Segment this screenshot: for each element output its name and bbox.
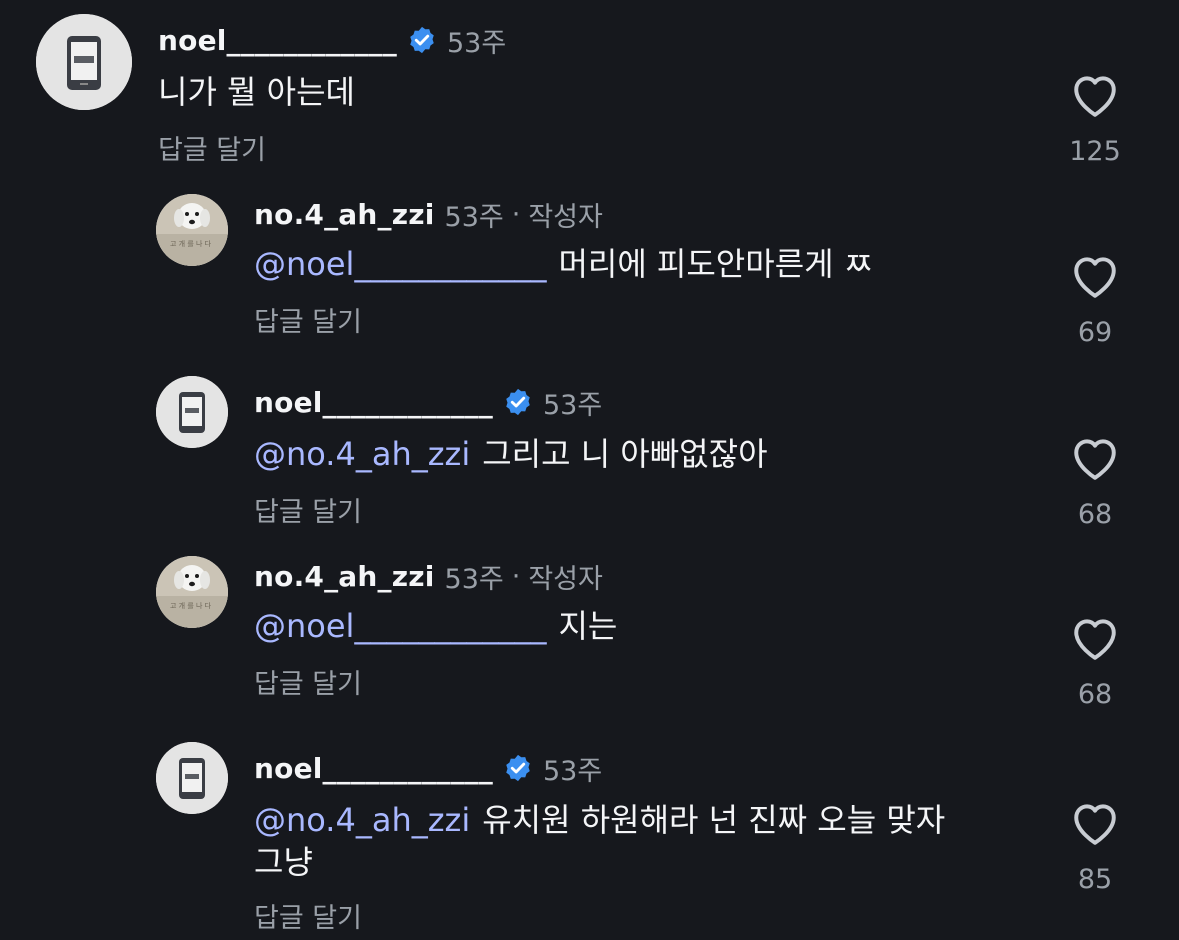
comment-item: 고 개 를 나 다 no.4_ah_zzi 53주 · 작성자 @noel___… [0, 542, 1179, 722]
username[interactable]: no.4_ah_zzi [254, 560, 435, 593]
reply-button[interactable]: 답글 달기 [254, 490, 362, 529]
comment-body: 유치원 하원해라 넌 진짜 오늘 맞자 [482, 801, 946, 839]
avatar[interactable] [36, 14, 132, 110]
username[interactable]: noel____________ [254, 386, 493, 419]
username[interactable]: noel____________ [158, 24, 397, 57]
svg-text:고 개 를 나 다: 고 개 를 나 다 [170, 239, 212, 248]
dog-avatar: 고 개 를 나 다 [156, 194, 228, 266]
like-button[interactable]: 69 [1060, 253, 1130, 348]
comment-header: noel____________ 53주 [158, 20, 506, 60]
heart-outline-icon[interactable] [1070, 435, 1120, 481]
username[interactable]: noel____________ [254, 752, 493, 785]
like-button[interactable]: 68 [1060, 435, 1130, 530]
phone-screen-avatar [36, 14, 132, 110]
comment-item: noel____________ 53주 니가 뭘 아는데 답글 달기 125 [0, 0, 1179, 180]
like-count: 125 [1069, 136, 1121, 167]
comment-header: no.4_ah_zzi 53주 · 작성자 [254, 556, 603, 596]
mention-link[interactable]: @no.4_ah_zzi [254, 801, 470, 839]
comment-body: 머리에 피도안마른게 ㅉ [558, 245, 874, 283]
heart-outline-icon[interactable] [1070, 253, 1120, 299]
comment-body: 니가 뭘 아는데 [158, 73, 355, 111]
like-button[interactable]: 125 [1060, 72, 1130, 167]
comment-item: noel____________ 53주 @no.4_ah_zzi 유치원 하원해… [0, 722, 1179, 940]
reply-button[interactable]: 답글 달기 [158, 128, 266, 167]
reply-button[interactable]: 답글 달기 [254, 300, 362, 339]
comment-text: 니가 뭘 아는데 [158, 72, 355, 112]
heart-outline-icon[interactable] [1070, 72, 1120, 118]
comment-time: 53주 [444, 563, 504, 595]
like-button[interactable]: 68 [1060, 615, 1130, 710]
comment-text: @no.4_ah_zzi 그리고 니 아빠없잖아 [254, 434, 768, 474]
comment-time: 53주 [446, 27, 507, 59]
heart-outline-icon[interactable] [1070, 615, 1120, 661]
author-badge: 작성자 [528, 201, 603, 233]
like-count: 68 [1077, 499, 1113, 530]
mention-link[interactable]: @noel____________ [254, 245, 546, 283]
comment-header: noel____________ 53주 [254, 748, 602, 788]
comment-text: @noel____________ 지는 [254, 606, 617, 646]
dog-avatar: 고 개 를 나 다 [156, 556, 228, 628]
comment-time: 53주 [542, 389, 603, 421]
avatar[interactable]: 고 개 를 나 다 [156, 556, 228, 628]
avatar[interactable]: 고 개 를 나 다 [156, 194, 228, 266]
like-count: 68 [1077, 679, 1113, 710]
verified-badge-icon [503, 387, 533, 417]
comment-text: @noel____________ 머리에 피도안마른게 ㅉ [254, 244, 873, 284]
comment-text-continued: 그냥 [254, 843, 313, 881]
avatar[interactable] [156, 742, 228, 814]
svg-text:고 개 를 나 다: 고 개 를 나 다 [170, 601, 212, 610]
meta-separator: · [511, 560, 521, 592]
comment-text: @no.4_ah_zzi 유치원 하원해라 넌 진짜 오늘 맞자 [254, 800, 945, 840]
comment-header: no.4_ah_zzi 53주 · 작성자 [254, 194, 603, 234]
phone-screen-avatar [156, 742, 228, 814]
comment-item: noel____________ 53주 @no.4_ah_zzi 그리고 니 아… [0, 360, 1179, 542]
meta-separator: · [511, 198, 521, 230]
comment-header: noel____________ 53주 [254, 382, 602, 422]
like-count: 69 [1077, 317, 1113, 348]
comment-item: 고 개 를 나 다 no.4_ah_zzi 53주 · 작성자 @noel___… [0, 180, 1179, 360]
comment-time: 53주 [444, 201, 504, 233]
verified-badge-icon [407, 25, 437, 55]
comment-time: 53주 [542, 755, 603, 787]
comment-body: 그리고 니 아빠없잖아 [482, 435, 768, 473]
mention-link[interactable]: @no.4_ah_zzi [254, 435, 470, 473]
mention-link[interactable]: @noel____________ [254, 607, 546, 645]
comment-body: 지는 [558, 607, 618, 645]
heart-outline-icon[interactable] [1070, 800, 1120, 846]
author-badge: 작성자 [528, 563, 603, 595]
username[interactable]: no.4_ah_zzi [254, 198, 435, 231]
avatar[interactable] [156, 376, 228, 448]
reply-button[interactable]: 답글 달기 [254, 896, 362, 935]
reply-button[interactable]: 답글 달기 [254, 662, 362, 701]
like-button[interactable]: 85 [1060, 800, 1130, 895]
phone-screen-avatar [156, 376, 228, 448]
like-count: 85 [1077, 864, 1113, 895]
verified-badge-icon [503, 753, 533, 783]
